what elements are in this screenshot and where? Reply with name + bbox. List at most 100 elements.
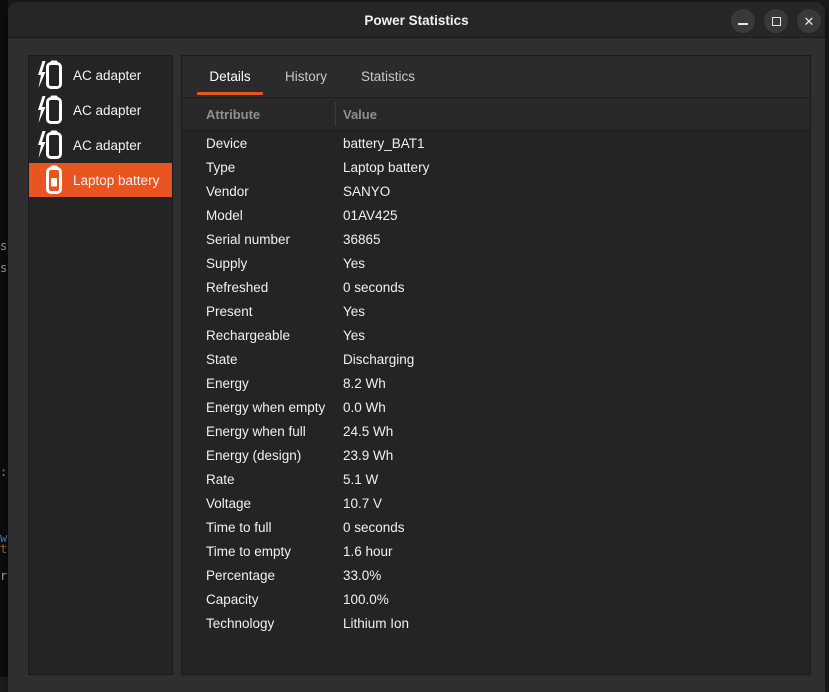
attribute-cell: Rate (206, 471, 235, 487)
table-row[interactable]: Type Laptop battery (182, 155, 810, 179)
table-row[interactable]: Time to empty 1.6 hour (182, 539, 810, 563)
device-label: Laptop battery (73, 172, 160, 188)
device-list-item[interactable]: AC adapter (29, 58, 172, 92)
device-label: AC adapter (73, 67, 142, 83)
attribute-cell: Serial number (206, 231, 291, 247)
minimize-button[interactable] (731, 9, 755, 33)
attribute-cell: Energy when full (206, 423, 306, 439)
attribute-cell: Capacity (206, 591, 259, 607)
device-list-item[interactable]: Laptop battery (29, 163, 172, 197)
value-cell: 33.0% (343, 567, 382, 583)
table-row[interactable]: Percentage 33.0% (182, 563, 810, 587)
attribute-cell: Energy (design) (206, 447, 302, 463)
tab-bar: Details History Statistics (182, 56, 810, 98)
lightning-icon (38, 131, 46, 158)
value-cell: 01AV425 (343, 207, 398, 223)
tab-label: Details (209, 69, 251, 84)
value-cell: Yes (343, 303, 366, 319)
table-row[interactable]: Voltage 10.7 V (182, 491, 810, 515)
tab[interactable]: History (271, 56, 341, 97)
attribute-cell: Percentage (206, 567, 276, 583)
device-label: AC adapter (73, 137, 142, 153)
value-cell: Discharging (343, 351, 415, 367)
table-row[interactable]: Rate 5.1 W (182, 467, 810, 491)
table-row[interactable]: Technology Lithium Ion (182, 611, 810, 635)
tab-label: History (285, 69, 328, 84)
table-row[interactable]: Rechargeable Yes (182, 323, 810, 347)
device-icon (46, 165, 62, 194)
value-cell: Lithium Ion (343, 615, 410, 631)
column-separator (335, 102, 336, 126)
attribute-cell: Technology (206, 615, 275, 631)
device-list: AC adapter AC adapter AC adapter Laptop … (28, 55, 173, 675)
attribute-cell: Vendor (206, 183, 249, 199)
value-column-header[interactable]: Value (335, 107, 377, 122)
table-row[interactable]: Vendor SANYO (182, 179, 810, 203)
value-cell: 5.1 W (343, 471, 379, 487)
table-row[interactable]: Time to full 0 seconds (182, 515, 810, 539)
close-button[interactable]: ✕ (797, 9, 821, 33)
attribute-cell: Rechargeable (206, 327, 291, 343)
value-cell: 23.9 Wh (343, 447, 394, 463)
table-row[interactable]: State Discharging (182, 347, 810, 371)
attribute-cell: Supply (206, 255, 248, 271)
value-cell: Yes (343, 255, 366, 271)
value-cell: 0 seconds (343, 519, 405, 535)
table-row[interactable]: Energy when full 24.5 Wh (182, 419, 810, 443)
table-header-row: Attribute Value (182, 98, 810, 131)
attribute-cell: Energy (206, 375, 249, 391)
attribute-cell: Refreshed (206, 279, 269, 295)
lightning-icon (38, 61, 46, 88)
close-icon: ✕ (803, 13, 815, 29)
minimize-icon (738, 23, 748, 25)
device-list-item[interactable]: AC adapter (29, 93, 172, 127)
tab[interactable]: Statistics (347, 56, 429, 97)
power-statistics-window: Power Statistics ✕ AC adapter AC adapter (8, 2, 825, 692)
background-window-strip-bottom (0, 677, 8, 692)
battery-charge-fill (51, 178, 57, 187)
table-row[interactable]: Energy 8.2 Wh (182, 371, 810, 395)
attribute-column-header[interactable]: Attribute (182, 107, 335, 122)
value-cell: 0.0 Wh (343, 399, 386, 415)
value-cell: Yes (343, 327, 366, 343)
battery-body (46, 62, 62, 89)
attribute-cell: Device (206, 135, 248, 151)
battery-body (46, 97, 62, 124)
attribute-cell: Energy when empty (206, 399, 326, 415)
table-row[interactable]: Present Yes (182, 299, 810, 323)
attribute-cell: Present (206, 303, 253, 319)
background-window-strip: ss:wtur (0, 0, 8, 677)
value-cell: 24.5 Wh (343, 423, 394, 439)
attribute-cell: Model (206, 207, 243, 223)
background-text-fragment: r (0, 569, 8, 583)
device-icon (38, 60, 62, 89)
value-cell: 10.7 V (343, 495, 383, 511)
device-icon (38, 95, 62, 124)
value-cell: 36865 (343, 231, 381, 247)
device-list-item[interactable]: AC adapter (29, 128, 172, 162)
table-row[interactable]: Model 01AV425 (182, 203, 810, 227)
table-row[interactable]: Device battery_BAT1 (182, 131, 810, 155)
table-row[interactable]: Refreshed 0 seconds (182, 275, 810, 299)
table-row[interactable]: Supply Yes (182, 251, 810, 275)
value-cell: 1.6 hour (343, 543, 393, 559)
titlebar[interactable]: Power Statistics ✕ (8, 2, 825, 38)
table-row[interactable]: Serial number 36865 (182, 227, 810, 251)
attribute-table: Device battery_BAT1 Type Laptop battery … (182, 131, 810, 635)
tab[interactable]: Details (195, 56, 265, 97)
table-row[interactable]: Energy when empty 0.0 Wh (182, 395, 810, 419)
device-label: AC adapter (73, 102, 142, 118)
attribute-cell: Time to empty (206, 543, 292, 559)
table-row[interactable]: Energy (design) 23.9 Wh (182, 443, 810, 467)
maximize-button[interactable] (764, 9, 788, 33)
device-icon (38, 130, 62, 159)
maximize-icon (771, 16, 781, 26)
attribute-cell: Voltage (206, 495, 252, 511)
background-text-fragment: tu (0, 542, 8, 556)
tab-label: Statistics (361, 69, 416, 84)
table-row[interactable]: Capacity 100.0% (182, 587, 810, 611)
value-cell: 8.2 Wh (343, 375, 386, 391)
value-cell: 100.0% (343, 591, 389, 607)
background-text-fragment: s (0, 261, 8, 275)
value-cell: 0 seconds (343, 279, 405, 295)
